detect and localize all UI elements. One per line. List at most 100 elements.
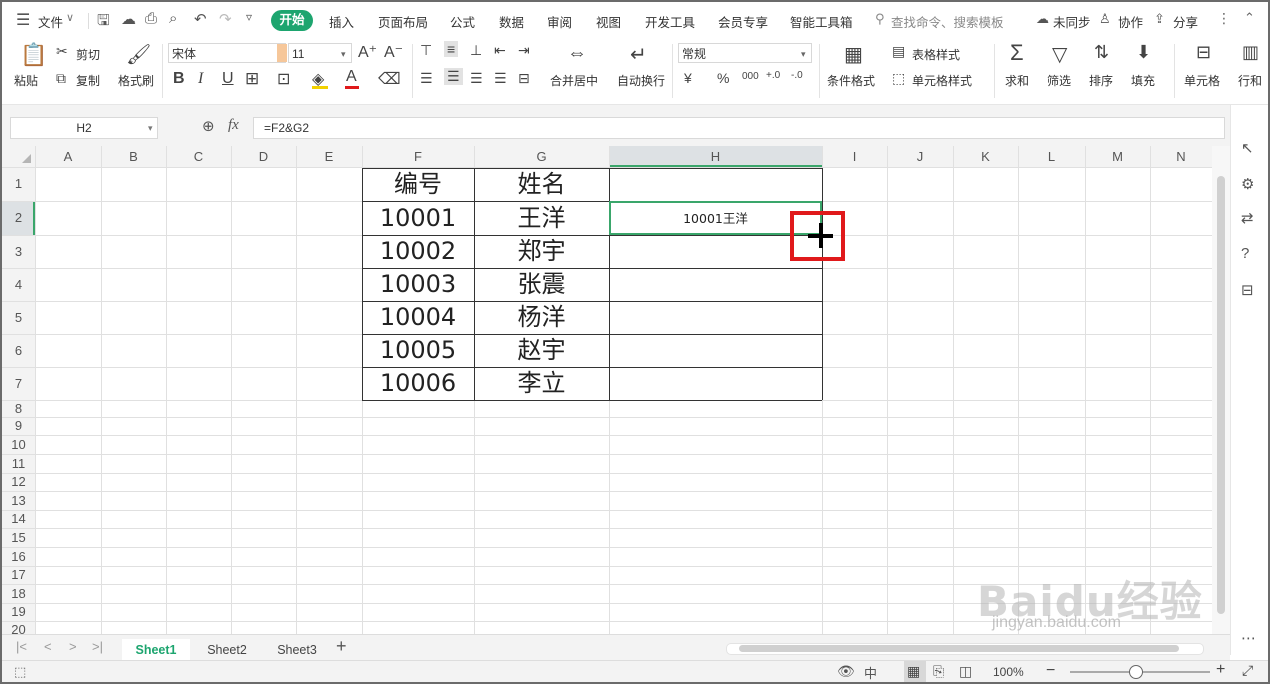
column-header-E[interactable]: E xyxy=(296,146,362,167)
collab-button[interactable]: 协作 xyxy=(1118,12,1143,31)
first-sheet-icon[interactable]: |< xyxy=(16,639,27,654)
italic-button[interactable]: I xyxy=(198,70,203,88)
underline-button[interactable]: U xyxy=(222,70,234,88)
zoom-slider-thumb[interactable] xyxy=(1129,665,1143,679)
merge-center-button[interactable]: 合并居中 xyxy=(550,72,598,89)
tab-view[interactable]: 视图 xyxy=(596,12,621,31)
cell-G2[interactable]: 王洋 xyxy=(474,202,609,235)
column-header-F[interactable]: F xyxy=(362,146,474,167)
row-header-2[interactable]: 2 xyxy=(2,201,35,235)
column-header-D[interactable]: D xyxy=(231,146,296,167)
row-header-18[interactable]: 18 xyxy=(2,584,35,603)
column-header-M[interactable]: M xyxy=(1085,146,1150,167)
fill-icon[interactable]: ⬇ xyxy=(1136,42,1151,63)
macro-icon[interactable]: ⬚ xyxy=(14,664,26,680)
paste-button[interactable]: 粘贴 xyxy=(14,72,38,89)
transfer-icon[interactable]: ⇄ xyxy=(1241,209,1254,227)
menu-file[interactable]: 文件 xyxy=(38,12,63,31)
font-name-select[interactable]: 宋体 xyxy=(168,43,287,63)
column-header-N[interactable]: N xyxy=(1150,146,1212,167)
undo-icon[interactable]: ↶ xyxy=(194,10,207,28)
fullscreen-icon[interactable]: ⤢ xyxy=(1242,662,1253,679)
add-sheet-icon[interactable]: + xyxy=(336,636,347,657)
row-header-8[interactable]: 8 xyxy=(2,400,35,417)
zoom-icon[interactable]: ⊕ xyxy=(202,117,215,135)
column-header-J[interactable]: J xyxy=(887,146,953,167)
filter-button[interactable]: 筛选 xyxy=(1047,72,1071,89)
hscroll-thumb[interactable] xyxy=(739,645,1179,652)
percent-button[interactable]: % xyxy=(717,70,729,86)
tab-page-layout[interactable]: 页面布局 xyxy=(378,12,428,31)
eraser-icon[interactable]: ⌫ xyxy=(378,69,401,89)
filter-icon[interactable]: ▽ xyxy=(1052,42,1067,67)
decrease-font-icon[interactable]: A⁻ xyxy=(384,42,403,62)
more-panel-icon[interactable]: ⋯ xyxy=(1241,629,1256,647)
conditional-format-icon[interactable]: ▦ xyxy=(844,42,863,67)
column-header-A[interactable]: A xyxy=(35,146,101,167)
merge-icon[interactable]: ⇔ xyxy=(567,42,587,65)
cell-F3[interactable]: 10002 xyxy=(362,235,474,268)
conditional-format-button[interactable]: 条件格式 xyxy=(827,72,875,89)
page-layout-view-icon[interactable]: ⎘ xyxy=(933,663,944,680)
bold-button[interactable]: B xyxy=(173,70,185,88)
zoom-out-icon[interactable]: − xyxy=(1046,662,1055,680)
row-header-12[interactable]: 12 xyxy=(2,473,35,491)
next-sheet-icon[interactable]: > xyxy=(69,639,77,654)
column-header-L[interactable]: L xyxy=(1018,146,1085,167)
format-painter-icon[interactable]: 🖌 xyxy=(126,42,151,67)
row-header-1[interactable]: 1 xyxy=(2,167,35,201)
row-header-13[interactable]: 13 xyxy=(2,491,35,510)
rows-cols-button[interactable]: 行和 xyxy=(1238,72,1262,89)
print-preview-icon[interactable]: ⌕ xyxy=(169,10,177,27)
tab-data[interactable]: 数据 xyxy=(499,12,524,31)
increase-font-icon[interactable]: A⁺ xyxy=(358,42,377,62)
sheet-tab-3[interactable]: Sheet3 xyxy=(264,639,330,661)
column-header-H[interactable]: H xyxy=(609,146,822,167)
row-header-4[interactable]: 4 xyxy=(2,268,35,301)
align-left-icon[interactable]: ☰ xyxy=(420,70,433,87)
save-icon[interactable]: 🖫 xyxy=(97,10,110,35)
row-header-17[interactable]: 17 xyxy=(2,566,35,584)
redo-icon[interactable]: ↷ xyxy=(219,10,232,28)
help-icon[interactable]: ? xyxy=(1241,245,1249,262)
row-header-14[interactable]: 14 xyxy=(2,510,35,528)
column-header-G[interactable]: G xyxy=(474,146,609,167)
cell-style-button[interactable]: 单元格样式 xyxy=(912,72,972,89)
sort-button[interactable]: 排序 xyxy=(1089,72,1113,89)
currency-button[interactable]: ¥ xyxy=(684,70,692,86)
column-header-K[interactable]: K xyxy=(953,146,1018,167)
last-sheet-icon[interactable]: >| xyxy=(92,639,103,654)
cell-F2[interactable]: 10001 xyxy=(362,202,474,235)
cell-G3[interactable]: 郑宇 xyxy=(474,235,609,268)
increase-decimal-button[interactable]: +.0 xyxy=(766,70,780,81)
copy-button[interactable]: 复制 xyxy=(76,72,100,89)
fx-button[interactable]: fx xyxy=(228,117,239,134)
zoom-level[interactable]: 100% xyxy=(993,665,1024,679)
tab-insert[interactable]: 插入 xyxy=(329,12,354,31)
input-method-icon[interactable]: 中 xyxy=(864,663,877,682)
border-icon[interactable]: ⊞ xyxy=(245,69,259,89)
tab-developer[interactable]: 开发工具 xyxy=(645,12,695,31)
column-header-B[interactable]: B xyxy=(101,146,166,167)
row-header-9[interactable]: 9 xyxy=(2,417,35,435)
row-header-3[interactable]: 3 xyxy=(2,235,35,268)
thousands-button[interactable]: 000 xyxy=(742,71,759,82)
row-header-16[interactable]: 16 xyxy=(2,547,35,566)
archive-icon[interactable]: ⊟ xyxy=(1241,281,1254,299)
column-header-C[interactable]: C xyxy=(166,146,231,167)
collapse-ribbon-icon[interactable]: ⌃ xyxy=(1244,10,1255,26)
tab-smart-tools[interactable]: 智能工具箱 xyxy=(790,12,853,31)
normal-view-icon[interactable]: ▦ xyxy=(907,663,920,680)
cell-G6[interactable]: 赵宇 xyxy=(474,334,609,367)
sum-icon[interactable]: Σ xyxy=(1010,40,1024,66)
format-painter-button[interactable]: 格式刷 xyxy=(118,72,154,89)
paste-icon[interactable]: 📋 xyxy=(20,42,47,68)
cell-G1[interactable]: 姓名 xyxy=(474,168,609,201)
cell-H1[interactable] xyxy=(609,168,822,201)
wrap-text-icon[interactable]: ↵ xyxy=(630,42,647,67)
rows-cols-icon[interactable]: ▥ xyxy=(1242,42,1259,63)
settings-sliders-icon[interactable]: ⚙ xyxy=(1241,175,1254,193)
vertical-scrollbar[interactable] xyxy=(1212,146,1230,634)
distributed-icon[interactable]: ⊟ xyxy=(518,70,530,87)
more-icon[interactable]: ▿ xyxy=(246,10,252,24)
